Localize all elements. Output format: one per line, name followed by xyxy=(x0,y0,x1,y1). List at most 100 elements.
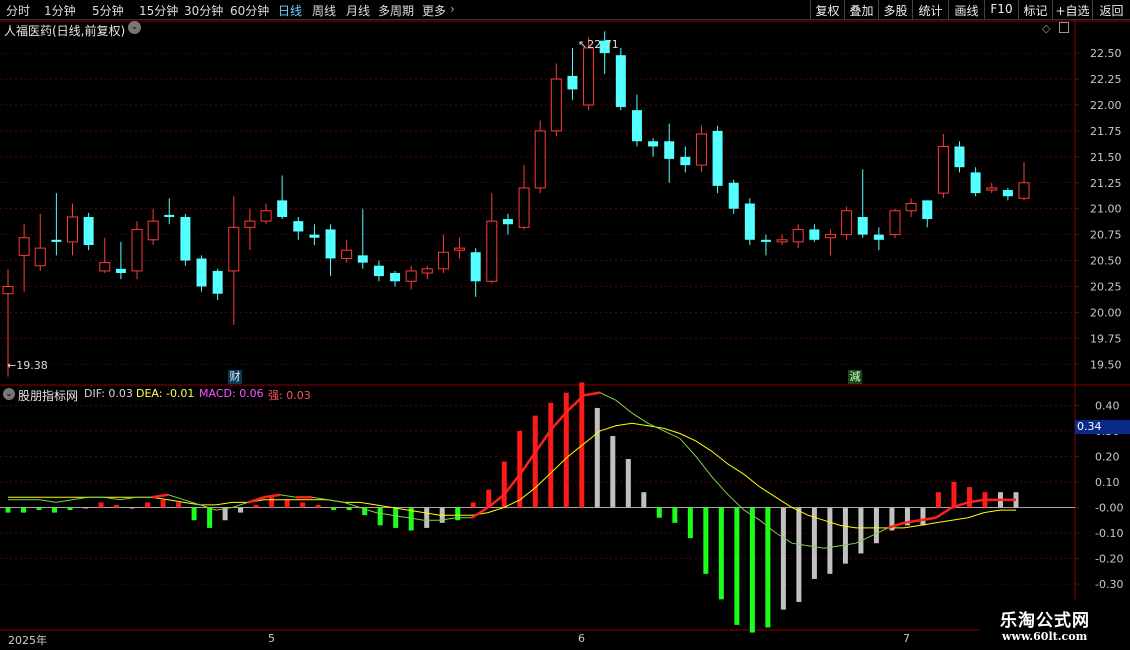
macd-bar xyxy=(284,499,290,508)
window-icon[interactable] xyxy=(1059,22,1069,33)
macd-bar xyxy=(470,502,476,508)
dea-readout: DEA: -0.01 xyxy=(136,387,194,400)
macd-bar xyxy=(920,507,926,526)
strong-segment xyxy=(583,391,601,397)
current-value-tag: 0.34 xyxy=(1075,420,1130,434)
candle-body-up xyxy=(67,216,79,243)
macd-bar xyxy=(300,502,306,508)
macd-bar xyxy=(393,507,399,528)
macd-tick-label: 0.20 xyxy=(1095,450,1120,463)
candle-body-down xyxy=(970,172,981,194)
date-label-july: 7 xyxy=(903,632,910,645)
diamond-icon[interactable]: ◇ xyxy=(1042,22,1050,35)
macd-bar xyxy=(98,502,104,508)
candle-body-down xyxy=(954,146,965,168)
candle-body-down xyxy=(728,182,739,209)
macd-bar xyxy=(532,415,538,508)
candle-body-up xyxy=(244,220,256,228)
macd-bar xyxy=(331,507,337,511)
watermark-title: 乐淘公式网 xyxy=(1000,611,1090,631)
finance-marker[interactable]: 财 xyxy=(228,370,242,384)
candle-body-up xyxy=(454,247,466,251)
macd-bar xyxy=(501,461,507,508)
macd-bar xyxy=(176,502,182,508)
candle-body-up xyxy=(583,47,595,106)
candlestick-series xyxy=(2,31,1030,377)
macd-bar xyxy=(83,507,89,509)
candle-body-up xyxy=(905,203,917,212)
watermark-url: www.60lt.com xyxy=(1002,630,1088,643)
strong-segment xyxy=(935,506,953,519)
macd-bar xyxy=(129,507,135,509)
price-tick-label: 22.50 xyxy=(1090,47,1122,60)
macd-bar xyxy=(346,507,352,511)
price-tick-label: 21.00 xyxy=(1090,203,1122,216)
macd-bar xyxy=(734,507,740,625)
candle-body-up xyxy=(421,268,433,274)
date-label-may: 5 xyxy=(268,632,275,645)
price-tick-label: 22.00 xyxy=(1090,99,1122,112)
low-price-label: ←19.38 xyxy=(7,359,48,372)
candle-body-up xyxy=(518,187,530,228)
macd-label: MACD: xyxy=(199,387,236,400)
candle-body-down xyxy=(309,234,320,238)
macd-tick-label: 0.40 xyxy=(1095,399,1120,412)
candle-body-down xyxy=(180,216,191,261)
macd-bar xyxy=(718,507,724,600)
macd-bar xyxy=(672,507,678,523)
candle-body-down xyxy=(1002,190,1013,197)
candle-body-down xyxy=(648,141,659,147)
macd-bar xyxy=(827,507,833,574)
high-price-label: ↖22.71 xyxy=(578,38,619,51)
candle-body-down xyxy=(115,268,126,273)
candle-body-up xyxy=(2,285,14,295)
candle-body-down xyxy=(744,203,755,240)
macd-value: 0.06 xyxy=(239,387,264,400)
strong-segment xyxy=(151,493,169,499)
macd-bar xyxy=(548,402,554,508)
reduce-marker[interactable]: 減 xyxy=(848,370,862,384)
macd-tick-label: -0.30 xyxy=(1095,578,1123,591)
macd-bar xyxy=(455,507,461,521)
candle-body-up xyxy=(695,133,707,166)
macd-bar xyxy=(377,507,383,526)
macd-bar xyxy=(517,430,523,508)
dea-value: -0.01 xyxy=(165,387,195,400)
macd-bar xyxy=(780,507,786,610)
candle-body-down xyxy=(390,272,401,282)
macd-bar xyxy=(114,504,120,508)
stock-chart[interactable]: 22.50 22.25 22.00 21.75 21.50 21.25 21.00 20.75… xyxy=(0,0,1130,650)
candle-body-down xyxy=(373,265,384,277)
candle-body-down xyxy=(293,221,304,232)
chevron-down-icon[interactable]: ⌄ xyxy=(3,388,15,400)
dea-line xyxy=(8,422,1016,529)
candle-body-down xyxy=(631,110,642,142)
macd-bar xyxy=(5,507,11,513)
candle-body-down xyxy=(164,214,175,217)
strong-segment xyxy=(263,493,281,499)
price-tick-label: 21.25 xyxy=(1090,177,1122,190)
macd-bar xyxy=(873,507,879,544)
macd-bar xyxy=(749,507,755,633)
price-tick-label: 20.00 xyxy=(1090,306,1122,319)
macd-bar xyxy=(966,487,972,508)
candle-body-down xyxy=(922,200,933,220)
chevron-down-icon[interactable]: ⌄ xyxy=(128,21,141,34)
candle-body-down xyxy=(196,258,207,287)
candle-body-up xyxy=(792,228,804,243)
price-tick-label: 20.50 xyxy=(1090,255,1122,268)
candle-body-up xyxy=(147,220,159,241)
macd-tick-label: -0.20 xyxy=(1095,553,1123,566)
candle-body-up xyxy=(260,210,272,222)
candle-body-down xyxy=(857,216,868,235)
price-tick-label: 22.25 xyxy=(1090,73,1122,86)
candle-body-up xyxy=(34,247,46,267)
macd-bar xyxy=(703,507,709,574)
candle-body-up xyxy=(131,228,143,272)
candle-body-down xyxy=(502,219,513,225)
stock-title: 人福医药(日线,前复权) xyxy=(4,24,126,38)
macd-bar xyxy=(687,507,693,539)
macd-bar xyxy=(594,407,600,508)
candle-body-down xyxy=(212,270,223,294)
candle-body-up xyxy=(824,234,836,239)
